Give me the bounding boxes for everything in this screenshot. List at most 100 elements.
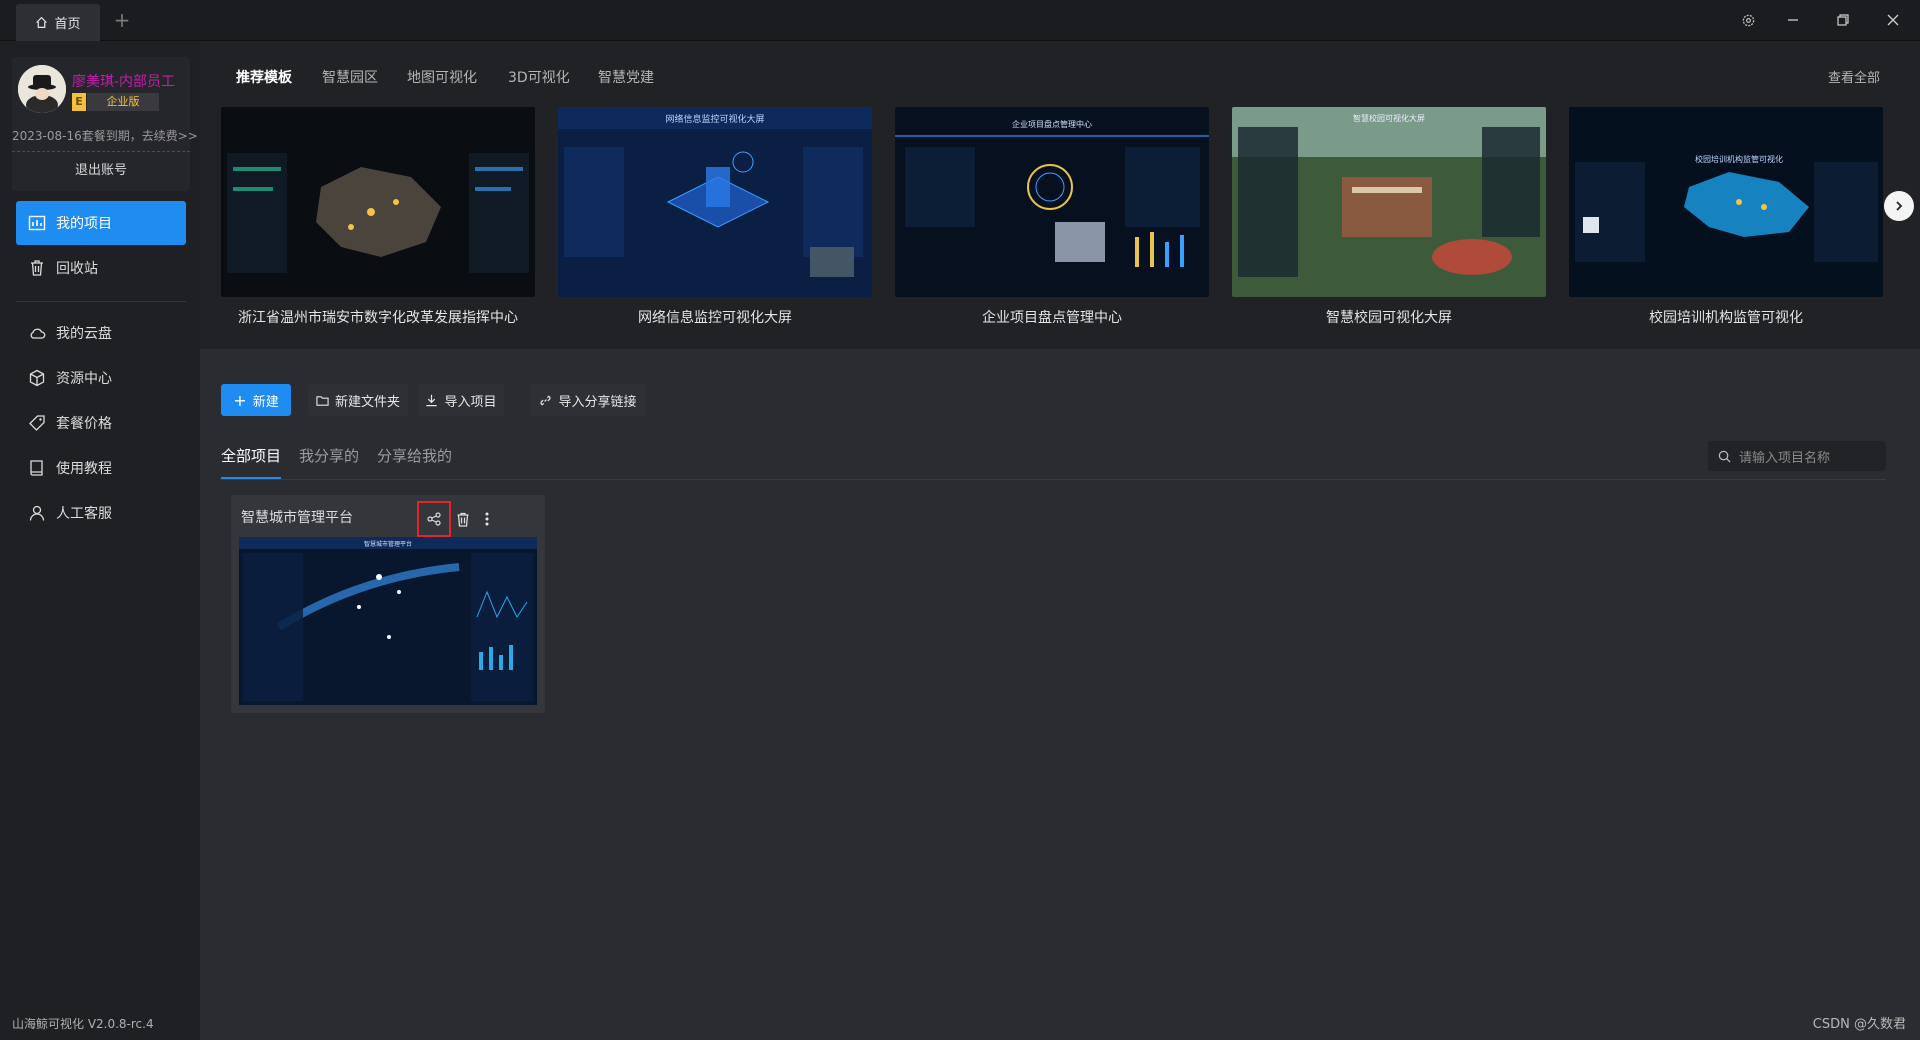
share-project-button[interactable] xyxy=(417,501,451,537)
settings-button[interactable] xyxy=(1735,8,1761,32)
minimize-icon xyxy=(1788,19,1798,21)
share-icon xyxy=(427,512,441,526)
nav-recycle-bin-label: 回收站 xyxy=(56,261,98,277)
template-card[interactable]: 企业项目盘点管理中心 企业项目盘点管理中心 xyxy=(895,107,1209,327)
search-input[interactable]: 请输入项目名称 xyxy=(1708,441,1886,471)
divider xyxy=(12,151,190,152)
template-card[interactable]: 校园培训机构监管可视化 校园培训机构监管可视化 xyxy=(1569,107,1883,327)
nav-pricing[interactable]: 套餐价格 xyxy=(16,401,186,445)
cube-icon xyxy=(29,369,45,387)
title-bar: 首页 + xyxy=(0,0,1920,41)
search-placeholder: 请输入项目名称 xyxy=(1739,450,1831,466)
nav-customer-service-label: 人工客服 xyxy=(56,506,112,522)
project-thumb-heading: 智慧城市管理平台 xyxy=(364,540,412,548)
tag-icon xyxy=(29,415,45,431)
project-more-button[interactable] xyxy=(475,501,499,537)
import-project-label: 导入项目 xyxy=(444,394,497,410)
nav-recycle-bin[interactable]: 回收站 xyxy=(16,246,186,290)
import-share-link-button[interactable]: 导入分享链接 xyxy=(530,384,646,416)
template-tab-party[interactable]: 智慧党建 xyxy=(598,67,654,87)
template-title: 校园培训机构监管可视化 xyxy=(1649,310,1803,326)
template-thumb-heading: 校园培训机构监管可视化 xyxy=(1695,154,1783,164)
template-thumbnail: 智慧校园可视化大屏 xyxy=(1232,107,1546,297)
tab-baseline xyxy=(220,479,1886,480)
new-folder-button[interactable]: 新建文件夹 xyxy=(308,384,408,416)
new-folder-label: 新建文件夹 xyxy=(334,394,400,410)
book-icon xyxy=(30,460,43,476)
edition-letter-badge: E xyxy=(72,93,86,111)
chevron-right-icon xyxy=(1896,201,1903,211)
template-tab-map[interactable]: 地图可视化 xyxy=(407,67,477,87)
trash-icon xyxy=(457,512,469,527)
template-title: 企业项目盘点管理中心 xyxy=(982,310,1122,326)
minimize-button[interactable] xyxy=(1780,8,1806,32)
tab-shared-by-me[interactable]: 我分享的 xyxy=(299,445,359,466)
close-window-button[interactable] xyxy=(1880,8,1906,32)
template-thumbnail: 校园培训机构监管可视化 xyxy=(1569,107,1883,297)
view-all-link[interactable]: 查看全部 xyxy=(1828,67,1880,86)
trash-icon xyxy=(31,260,43,276)
folder-icon xyxy=(316,395,329,406)
download-icon xyxy=(426,394,438,406)
avatar[interactable] xyxy=(18,65,66,113)
cloud-icon xyxy=(30,328,46,339)
chart-icon xyxy=(28,215,46,231)
nav-customer-service[interactable]: 人工客服 xyxy=(16,491,186,535)
nav-pricing-label: 套餐价格 xyxy=(56,416,112,432)
import-project-button[interactable]: 导入项目 xyxy=(418,384,504,416)
template-title: 网络信息监控可视化大屏 xyxy=(638,310,792,326)
tab-shared-to-me[interactable]: 分享给我的 xyxy=(377,445,452,466)
logout-button[interactable]: 退出账号 xyxy=(12,159,190,178)
close-icon xyxy=(1887,14,1899,26)
template-thumbnail xyxy=(221,107,535,297)
plus-icon: + xyxy=(233,390,247,410)
project-thumbnail: 智慧城市管理平台 xyxy=(239,537,537,705)
template-thumbnail: 网络信息监控可视化大屏 xyxy=(558,107,872,297)
gear-icon xyxy=(1742,14,1754,26)
carousel-next-button[interactable] xyxy=(1884,191,1914,221)
project-card[interactable]: 智慧城市管理平台 智慧城市管理平台 xyxy=(231,495,545,713)
link-icon xyxy=(540,395,552,405)
nav-cloud-drive-label: 我的云盘 xyxy=(56,326,112,342)
template-tab-recommended[interactable]: 推荐模板 xyxy=(236,67,292,87)
tab-home-label: 首页 xyxy=(54,17,81,32)
renewal-link[interactable]: 2023-08-16套餐到期，去续费>> xyxy=(12,127,198,144)
template-thumb-heading: 网络信息监控可视化大屏 xyxy=(665,113,764,125)
template-thumb-heading: 智慧校园可视化大屏 xyxy=(1353,113,1425,123)
watermark: CSDN @久数君 xyxy=(1812,1017,1906,1032)
sidebar: 廖美琪-内部员工 E 企业版 2023-08-16套餐到期，去续费>> 退出账号… xyxy=(0,41,200,1040)
tab-all-projects[interactable]: 全部项目 xyxy=(221,445,281,466)
tab-active-indicator xyxy=(221,477,281,479)
app-window: 首页 + 廖美琪-内部员工 E 企业版 2023-08-16套餐到期，去续费>>… xyxy=(0,0,1920,1040)
nav-my-projects-label: 我的项目 xyxy=(56,216,112,232)
nav-tutorial[interactable]: 使用教程 xyxy=(16,446,186,490)
delete-project-button[interactable] xyxy=(451,501,475,537)
project-title: 智慧城市管理平台 xyxy=(241,510,353,526)
template-tab-3d[interactable]: 3D可视化 xyxy=(508,67,570,87)
nav-resource-center-label: 资源中心 xyxy=(56,371,112,387)
tab-home[interactable]: 首页 xyxy=(16,4,100,41)
edition-badge: 企业版 xyxy=(87,93,159,111)
avatar-hat-icon xyxy=(18,65,66,113)
restore-button[interactable] xyxy=(1830,8,1856,32)
template-section: 推荐模板 智慧园区 地图可视化 3D可视化 智慧党建 查看全部 浙江省温州市瑞安… xyxy=(200,41,1920,349)
template-thumbnail: 企业项目盘点管理中心 xyxy=(895,107,1209,297)
search-icon xyxy=(1718,450,1731,462)
nav-my-projects[interactable]: 我的项目 xyxy=(16,201,186,245)
template-thumb-heading: 企业项目盘点管理中心 xyxy=(1012,119,1092,129)
add-tab-button[interactable]: + xyxy=(110,8,134,32)
template-title: 智慧校园可视化大屏 xyxy=(1326,310,1452,326)
template-tab-park[interactable]: 智慧园区 xyxy=(322,67,378,87)
user-name: 廖美琪-内部员工 xyxy=(72,74,176,90)
nav-resource-center[interactable]: 资源中心 xyxy=(16,356,186,400)
template-card[interactable]: 浙江省温州市瑞安市数字化改革发展指挥中心 xyxy=(221,107,535,327)
template-card[interactable]: 网络信息监控可视化大屏 网络信息监控可视化大屏 xyxy=(558,107,872,327)
restore-icon xyxy=(1837,14,1849,26)
import-share-link-label: 导入分享链接 xyxy=(558,394,637,410)
template-card[interactable]: 智慧校园可视化大屏 智慧校园可视化大屏 xyxy=(1232,107,1546,327)
nav-tutorial-label: 使用教程 xyxy=(56,461,112,477)
new-button[interactable]: + 新建 xyxy=(221,384,291,416)
app-version: 山海鲸可视化 V2.0.8-rc.4 xyxy=(12,1017,154,1031)
user-icon xyxy=(29,505,45,521)
nav-cloud-drive[interactable]: 我的云盘 xyxy=(16,311,186,355)
